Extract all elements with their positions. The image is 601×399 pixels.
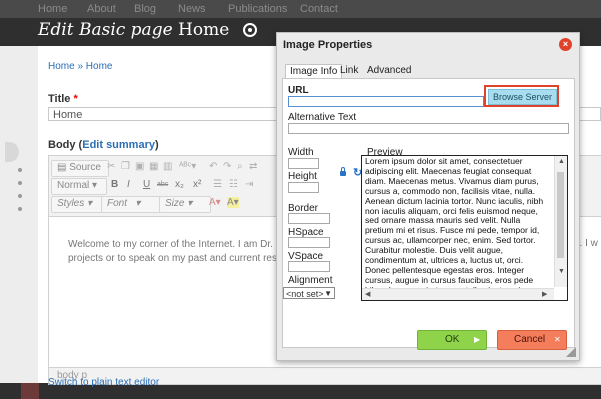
dialog-title: Image Properties (283, 39, 373, 51)
bold-button[interactable]: B (111, 179, 118, 190)
source-button[interactable]: ▤ Source (51, 160, 109, 177)
alt-text-input[interactable] (288, 123, 569, 134)
paste-icon[interactable]: ▣ (135, 161, 144, 172)
cut-icon[interactable]: ✂ (107, 161, 115, 172)
paste-text-icon[interactable]: ▦ (149, 161, 158, 172)
nav-item-publications[interactable]: Publications (228, 3, 287, 15)
size-select-value: Size (165, 198, 185, 209)
gear-icon[interactable] (242, 22, 257, 37)
preview-text: Lorem ipsum dolor sit amet, consectetuer… (365, 156, 544, 300)
nav-item-contact[interactable]: Contact (300, 3, 338, 15)
rail-dot (18, 207, 22, 211)
cancel-button[interactable]: Cancel ✕ (497, 330, 567, 350)
chevron-down-icon: ▼ (324, 289, 332, 298)
undo-icon[interactable]: ↶ (209, 161, 217, 172)
editor-text-line: projects or to speak on my past and curr… (68, 253, 303, 264)
width-input[interactable] (288, 158, 319, 169)
source-button-label: Source (69, 162, 101, 173)
preview-vertical-scrollbar[interactable]: ▲ ▼ (554, 156, 567, 287)
breadcrumb[interactable]: Home » Home (48, 61, 112, 72)
bulleted-list-icon[interactable]: ☷ (229, 179, 238, 190)
top-navigation: Home About Blog News Publications Contac… (0, 0, 601, 18)
preview-box: Lorem ipsum dolor sit amet, consectetuer… (361, 155, 568, 301)
close-icon[interactable]: × (559, 38, 572, 51)
editor-text-line: Welcome to my corner of the Internet. I … (68, 239, 306, 250)
scroll-up-icon[interactable]: ▲ (558, 158, 565, 165)
styles-select[interactable]: Styles ▾ (51, 196, 103, 213)
nav-item-blog[interactable]: Blog (134, 3, 156, 15)
strikethrough-button[interactable]: abc (157, 181, 168, 188)
body-label-text: Body (48, 139, 76, 151)
nav-item-news[interactable]: News (178, 3, 206, 15)
superscript-button[interactable]: x² (193, 179, 201, 190)
alignment-select[interactable]: <not set> ▼ (283, 287, 335, 299)
preview-horizontal-scrollbar[interactable]: ◀ ▶ (362, 288, 554, 300)
left-rail (0, 46, 39, 399)
rail-dot (18, 181, 22, 185)
width-label: Width (288, 147, 314, 158)
page-title-prefix: Edit Basic page (38, 20, 173, 40)
scroll-thumb[interactable] (557, 172, 564, 258)
indent-icon[interactable]: ⇥ (245, 179, 253, 190)
background-color-icon[interactable]: A▾ (227, 197, 239, 208)
find-icon[interactable]: ⌕ (237, 161, 243, 172)
border-input[interactable] (288, 213, 330, 224)
numbered-list-icon[interactable]: ☰ (213, 179, 222, 190)
resize-handle[interactable] (566, 347, 576, 357)
url-label: URL (288, 85, 309, 96)
ok-button[interactable]: OK ▶ (417, 330, 487, 350)
rail-dot (18, 194, 22, 198)
edit-summary-link[interactable]: Edit summary (82, 139, 155, 151)
image-properties-dialog: Image Properties × Image Info Link Advan… (276, 32, 580, 361)
page-title-name: Home (178, 20, 230, 40)
nav-item-home[interactable]: Home (38, 3, 67, 15)
replace-icon[interactable]: ⇄ (249, 161, 257, 172)
hspace-input[interactable] (288, 237, 330, 248)
editor-text: Welcome to my corner of the Internet. I … (68, 238, 306, 266)
rail-handle[interactable] (5, 142, 19, 162)
arrow-right-icon: ▶ (474, 335, 481, 344)
height-input[interactable] (288, 182, 319, 193)
body-label: Body (Edit summary) (48, 139, 159, 151)
cancel-button-label: Cancel (514, 334, 546, 345)
tab-image-info[interactable]: Image Info (285, 64, 343, 79)
scroll-down-icon[interactable]: ▼ (558, 268, 565, 275)
title-label: Title * (48, 93, 78, 105)
ok-button-label: OK (445, 334, 460, 345)
nav-item-about[interactable]: About (87, 3, 116, 15)
subscript-button[interactable]: x₂ (175, 179, 184, 190)
rail-dot (18, 168, 22, 172)
font-select[interactable]: Font ▾ (101, 196, 165, 213)
tab-link[interactable]: Link (336, 64, 362, 78)
scroll-right-icon[interactable]: ▶ (542, 290, 547, 298)
lock-icon[interactable] (340, 167, 346, 176)
format-select[interactable]: Normal ▾ (51, 178, 107, 195)
italic-button[interactable]: I (127, 179, 130, 190)
page-title: Edit Basic page Home (38, 20, 257, 40)
text-color-icon[interactable]: A▾ (209, 197, 221, 208)
url-input[interactable] (288, 96, 484, 107)
browse-server-button[interactable]: Browse Server (488, 89, 557, 105)
alignment-select-value: <not set> (286, 289, 324, 299)
required-mark: * (73, 93, 78, 105)
close-x-icon: ✕ (554, 335, 561, 344)
spellcheck-icon[interactable]: ᴬᴮᶜ▾ (179, 161, 196, 172)
alignment-label: Alignment (288, 275, 333, 286)
copy-icon[interactable]: ❐ (121, 161, 130, 172)
font-select-value: Font (107, 198, 128, 209)
browse-server-highlight: Browse Server (484, 85, 559, 107)
underline-button[interactable]: U (143, 179, 150, 190)
paste-word-icon[interactable]: ▥ (163, 161, 172, 172)
scroll-left-icon[interactable]: ◀ (365, 290, 370, 298)
vspace-input[interactable] (288, 261, 330, 272)
alt-text-label: Alternative Text (288, 112, 357, 123)
rail-marker (21, 383, 39, 399)
redo-icon[interactable]: ↷ (223, 161, 231, 172)
size-select[interactable]: Size ▾ (159, 196, 211, 213)
height-label: Height (288, 171, 317, 182)
title-label-text: Title (48, 93, 71, 105)
format-select-value: Normal (57, 180, 90, 191)
tab-advanced[interactable]: Advanced (363, 64, 415, 78)
